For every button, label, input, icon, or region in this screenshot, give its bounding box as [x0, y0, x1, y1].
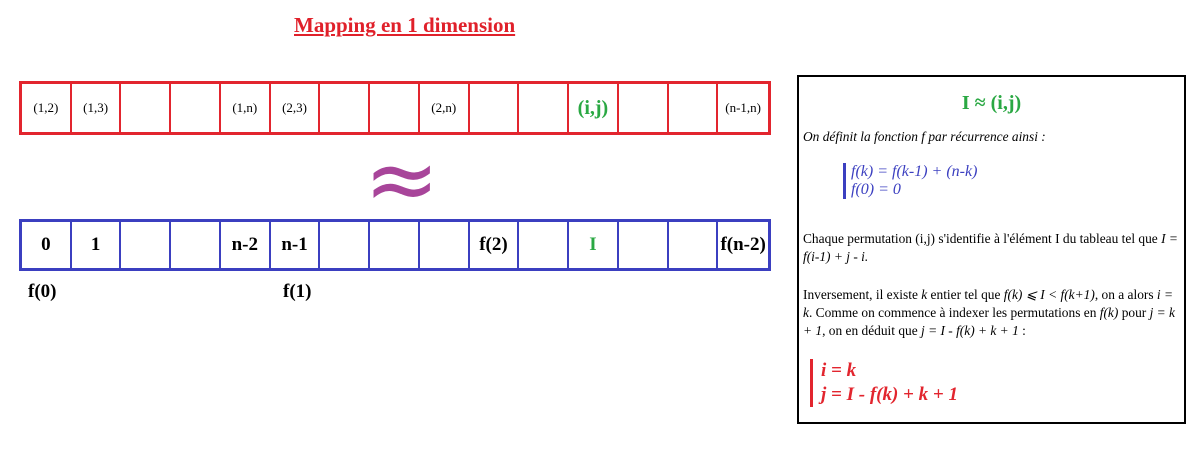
para2-text: Inversement, il existe	[803, 287, 922, 302]
panel-title: I ≈ (i,j)	[961, 92, 1022, 114]
label-f0: f(0)	[28, 281, 57, 302]
pair-cell	[470, 84, 520, 132]
label-f1: f(1)	[283, 281, 312, 302]
explanation-panel: I ≈ (i,j) On définit la fonction f par r…	[797, 75, 1186, 424]
pair-cell: (1,2)	[22, 84, 72, 132]
approx-symbol: ≈	[364, 127, 440, 232]
pair-cell: (2,3)	[271, 84, 321, 132]
index-cell	[121, 222, 172, 268]
panel-intro: On définit la fonction f par récurrence …	[803, 129, 1046, 144]
pair-cell	[370, 84, 420, 132]
para2-j-formula: j = I - f(k) + k + 1	[921, 323, 1019, 338]
pair-cell: (2,n)	[420, 84, 470, 132]
panel-paragraph-1: Chaque permutation (i,j) s'identifie à l…	[803, 230, 1181, 266]
panel-paragraph-2: Inversement, il existe k entier tel que …	[803, 286, 1181, 340]
recurrence-line: f(0) = 0	[851, 181, 901, 198]
para2-fk: f(k)	[1099, 305, 1119, 320]
recurrence-line: f(k) = f(k-1) + (n-k)	[851, 163, 978, 180]
result-line: i = k	[821, 360, 857, 381]
pair-cell: (1,n)	[221, 84, 271, 132]
index-cell: n-1	[271, 222, 321, 268]
index-cell: 0	[22, 222, 72, 268]
para2-text: entier tel que	[927, 287, 1004, 302]
para2-text: pour	[1118, 305, 1150, 320]
index-cell	[320, 222, 371, 268]
pair-cell: (1,3)	[72, 84, 122, 132]
result-line: j = I - f(k) + k + 1	[821, 384, 958, 405]
pair-cell	[121, 84, 172, 132]
index-cell	[370, 222, 420, 268]
diagram-title: Mapping en 1 dimension	[294, 13, 516, 37]
index-cell	[619, 222, 669, 268]
index-cell: 1	[72, 222, 122, 268]
para2-text: . Comme on commence à indexer les permut…	[808, 305, 1100, 320]
index-row: 0 1 n-2 n-1 f(2) I f(n-2)	[19, 219, 771, 271]
para2-text: , on a alors	[1094, 287, 1157, 302]
pair-cell	[669, 84, 719, 132]
para2-text: , on en déduit que	[822, 323, 922, 338]
index-cell	[669, 222, 719, 268]
index-cell: f(n-2)	[720, 234, 766, 255]
pair-cell	[519, 84, 570, 132]
index-cell: n-2	[221, 222, 271, 268]
para2-text: :	[1018, 323, 1026, 338]
recurrence-system: f(k) = f(k-1) + (n-k) f(0) = 0	[843, 163, 977, 199]
para1-text: Chaque permutation (i,j) s'identifie à l…	[803, 231, 1162, 246]
index-cell	[420, 222, 470, 268]
index-cell	[171, 222, 221, 268]
pair-cell: (n-1,n)	[725, 100, 762, 115]
pair-cell-ij: (i,j)	[569, 84, 619, 132]
index-cell-I: I	[569, 222, 619, 268]
pair-cell	[171, 84, 221, 132]
para2-inequality: f(k) ⩽ I < f(k+1)	[1003, 287, 1095, 302]
pair-cell	[320, 84, 371, 132]
result-system: i = k j = I - f(k) + k + 1	[810, 359, 958, 407]
index-cell: f(2)	[470, 222, 520, 268]
pair-cell	[619, 84, 669, 132]
index-cell	[519, 222, 570, 268]
